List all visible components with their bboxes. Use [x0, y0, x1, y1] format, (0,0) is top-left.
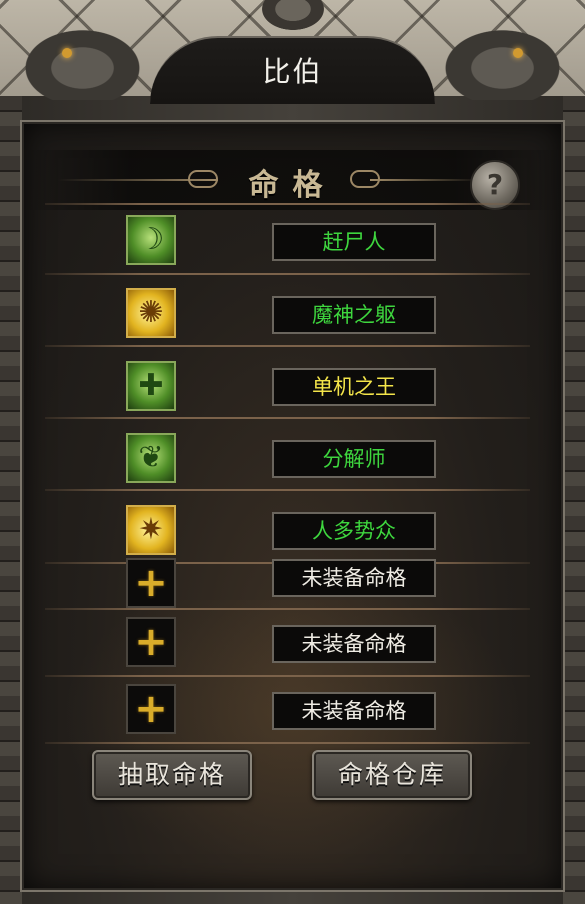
empty-slot-plus-icon: + [134, 560, 168, 606]
mingge-name-box[interactable]: 赶尸人 [272, 223, 436, 261]
row-divider [45, 675, 530, 677]
row-divider [45, 203, 530, 205]
mingge-name-box[interactable]: 人多势众 [272, 512, 436, 550]
mingge-name-box[interactable]: 魔神之躯 [272, 296, 436, 334]
crest-ornament [262, 0, 324, 30]
empty-slot-plus-icon: + [134, 686, 168, 732]
ghost-figure-icon: ☽ [137, 222, 165, 257]
mingge-slot-icon[interactable]: + [126, 558, 176, 608]
mingge-name-box[interactable]: 未装备命格 [272, 692, 436, 730]
mingge-slot-icon[interactable]: ✷ [126, 505, 176, 555]
row-divider [45, 345, 530, 347]
mingge-name-box[interactable]: 未装备命格 [272, 559, 436, 597]
draw-mingge-button[interactable]: 抽取命格 [92, 750, 252, 800]
row-divider [45, 608, 530, 610]
mingge-name-box[interactable]: 未装备命格 [272, 625, 436, 663]
mingge-slot-icon[interactable]: ❦ [126, 433, 176, 483]
mingge-slot-icon[interactable]: ✺ [126, 288, 176, 338]
demon-burst-icon: ✺ [138, 295, 164, 330]
crowd-beast-icon: ✷ [138, 512, 164, 547]
row-divider [45, 489, 530, 491]
mingge-slot-icon[interactable]: + [126, 684, 176, 734]
frame-edge-right [563, 96, 585, 904]
mingge-slot-icon[interactable]: ✚ [126, 361, 176, 411]
row-divider [45, 417, 530, 419]
frame-edge-left [0, 96, 22, 904]
mingge-storage-button[interactable]: 命格仓库 [312, 750, 472, 800]
header-banner: 比伯 [0, 0, 585, 110]
dissolve-icon: ❦ [138, 440, 164, 475]
mingge-slot-icon[interactable]: + [126, 617, 176, 667]
mingge-name-box[interactable]: 单机之王 [272, 368, 436, 406]
window-title: 比伯 [262, 55, 323, 88]
empty-slot-plus-icon: + [134, 619, 168, 665]
mingge-slot-icon[interactable]: ☽ [126, 215, 176, 265]
cross-shield-icon: ✚ [138, 368, 164, 403]
row-divider [45, 742, 530, 744]
row-divider [45, 273, 530, 275]
mingge-name-box[interactable]: 分解师 [272, 440, 436, 478]
